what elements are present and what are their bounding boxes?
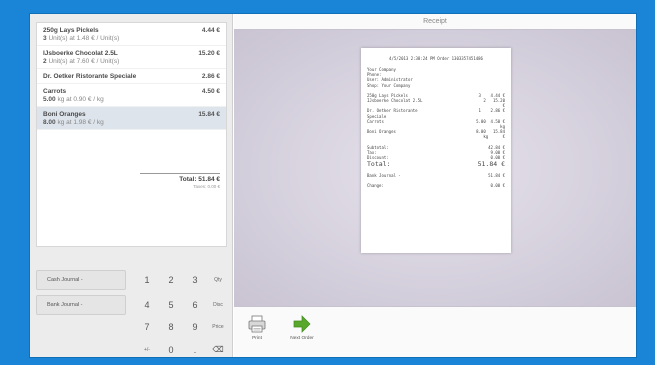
order-line-name: Boni Oranges [43,111,86,118]
payment-numpad: Cash Journal - Bank Journal - 1 2 3 Qty … [30,254,233,357]
receipt-title: Receipt [423,18,447,25]
numpad-key-3[interactable]: 3 [185,270,205,290]
receipt-lines: 250g Lays Pickels 3 4.44 € IJsboerke Choc… [367,93,505,140]
order-line[interactable]: IJsboerke Chocolat 2.5L 2 Unit(s) at 7.6… [37,46,226,69]
disc-mode-button[interactable]: Disc [208,295,228,315]
print-label: Print [252,336,262,341]
order-line-name: IJsboerke Chocolat 2.5L [43,50,118,57]
order-line[interactable]: 250g Lays Pickels 3 Unit(s) at 1.48 € / … [37,23,226,46]
print-button[interactable]: Print [238,311,276,351]
order-line-price: 4.50 € [201,88,220,95]
order-line-price: 2.86 € [201,73,220,80]
order-line-info: 3 Unit(s) at 1.48 € / Unit(s) [43,35,120,42]
order-line-selected[interactable]: Boni Oranges 8.00 kg at 1.98 € / kg 15.8… [37,107,226,130]
price-mode-button[interactable]: Price [208,317,228,337]
numpad-key-2[interactable]: 2 [161,270,181,290]
order-total: Total: 51.84 € [179,176,220,183]
numpad-key-1[interactable]: 1 [137,270,157,290]
receipt-change: Change: 0.00 € [367,183,505,189]
order-line-info: 5.00 kg at 0.90 € / kg [43,96,104,103]
receipt-totals: Subtotal: 42.84 € Tax: 9.00 € Discount: 0.0… [367,145,505,169]
order-line[interactable]: Carrots 5.00 kg at 0.90 € / kg 4.50 € [37,84,226,107]
cash-journal-button[interactable]: Cash Journal - [36,270,126,290]
numpad-key-4[interactable]: 4 [137,295,157,315]
receipt-panel: Receipt 4/5/2013 2:38:24 PM Order 130335… [234,14,636,357]
pos-window: 250g Lays Pickels 3 Unit(s) at 1.48 € / … [30,14,636,357]
numpad-key-8[interactable]: 8 [161,317,181,337]
order-line-name: 250g Lays Pickels [43,27,99,34]
receipt-change-block: Change: 0.00 € [367,183,505,188]
qty-mode-button[interactable]: Qty [208,270,228,290]
numpad-key-9[interactable]: 9 [185,317,205,337]
order-line-name: Dr. Oetker Ristorante Speciale [43,73,137,80]
numpad-key-plus-minus[interactable]: +/- [137,340,157,357]
order-line[interactable]: Dr. Oetker Ristorante Speciale 2.86 € [37,69,226,84]
numpad-key-dot[interactable]: . [185,340,205,357]
order-list: 250g Lays Pickels 3 Unit(s) at 1.48 € / … [36,22,227,247]
receipt-paper: 4/5/2013 2:38:24 PM Order 1303357451486 … [361,48,511,253]
receipt-company-info: Your Company Phone: User: Administrator … [367,67,505,88]
order-line-info: 2 Unit(s) at 7.60 € / Unit(s) [43,58,120,65]
receipt-bank-journal: Bank Journal -51.84 € [367,173,505,179]
order-line-price: 15.84 € [198,111,220,118]
order-line-price: 15.20 € [198,50,220,57]
receipt-shop: Shop: Your Company [367,82,411,88]
order-panel: 250g Lays Pickels 3 Unit(s) at 1.48 € / … [30,14,233,357]
order-line-info: 8.00 kg at 1.98 € / kg [43,119,104,126]
receipt-area: 4/5/2013 2:38:24 PM Order 1303357451486 … [234,29,636,307]
bank-journal-button[interactable]: Bank Journal - [36,295,126,315]
arrow-right-icon [280,314,324,334]
action-bar: Print Next Order [234,309,636,357]
numpad-key-7[interactable]: 7 [137,317,157,337]
numpad-key-6[interactable]: 6 [185,295,205,315]
order-line-price: 4.44 € [201,27,220,34]
next-order-label: Next Order [290,336,314,341]
receipt-header: 4/5/2013 2:38:24 PM Order 1303357451486 [389,56,483,61]
order-taxes: Taxes: 0.00 € [193,184,220,189]
receipt-total: Total: 51.84 € [367,160,505,169]
order-line-name: Carrots [43,88,67,95]
next-order-button[interactable]: Next Order [280,311,324,351]
numpad-key-0[interactable]: 0 [161,340,181,357]
numpad-key-5[interactable]: 5 [161,295,181,315]
receipt-payments: Bank Journal -51.84 € [367,173,505,178]
backspace-icon[interactable]: ⌫ [208,340,228,357]
order-summary: Total: 51.84 € Taxes: 0.00 € [140,173,220,189]
printer-icon [238,314,276,334]
receipt-line: kg € [483,134,505,140]
